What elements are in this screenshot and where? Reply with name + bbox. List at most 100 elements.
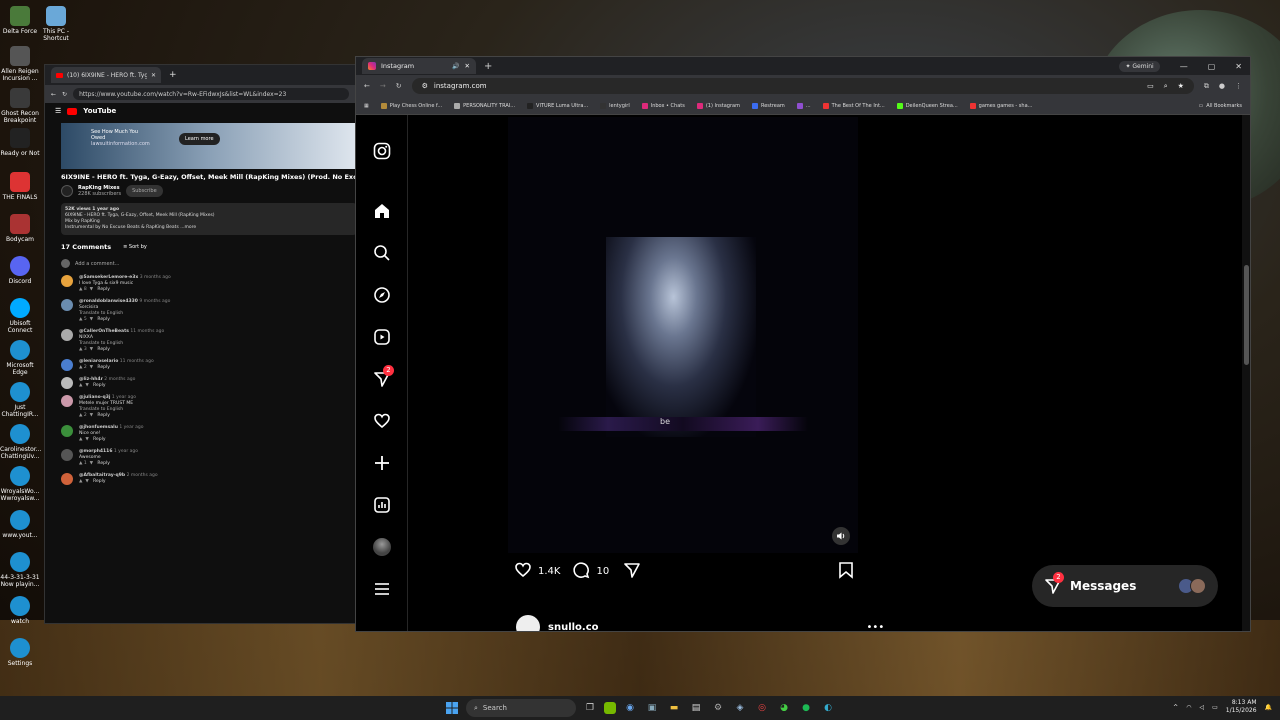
thumbs-up-icon[interactable]: ▲: [79, 479, 82, 484]
steam-icon[interactable]: ◈: [732, 700, 748, 716]
bookmark-item[interactable]: The Best Of The Int...: [822, 102, 885, 109]
share-icon[interactable]: [623, 561, 641, 582]
notifications-heart-icon[interactable]: [372, 411, 392, 431]
windows-start-icon[interactable]: [444, 700, 460, 716]
thumbs-up-icon[interactable]: ▲: [79, 461, 82, 466]
author-avatar[interactable]: [516, 615, 540, 631]
reply-button[interactable]: Reply: [93, 383, 105, 388]
tray-chevron-icon[interactable]: ^: [1173, 704, 1178, 711]
nvidia-icon[interactable]: [604, 702, 616, 714]
bookmark-item[interactable]: VITURE Luma Ultra...: [527, 102, 588, 109]
taskbar-search[interactable]: ⌕ Search: [466, 699, 576, 717]
chrome-icon[interactable]: ◕: [776, 700, 792, 716]
ig-tab[interactable]: Instagram 🔊 ✕: [362, 58, 476, 74]
desktop-icon[interactable]: Carolinestor... ChattingUv...: [0, 424, 42, 460]
comment-author[interactable]: @SamsekerLemore-e3x: [79, 275, 138, 280]
thumbs-down-icon[interactable]: ▼: [85, 383, 88, 388]
audio-toggle-icon[interactable]: [832, 527, 850, 545]
thumbs-down-icon[interactable]: ▼: [85, 437, 88, 442]
comment-avatar[interactable]: [61, 299, 73, 311]
comment-author[interactable]: @jhonfuemsalu: [79, 425, 118, 430]
desktop-icon[interactable]: This PC - Shortcut: [36, 6, 76, 42]
desktop-icon[interactable]: watch: [0, 596, 40, 625]
battery-icon[interactable]: ▭: [1212, 704, 1218, 711]
thumbs-up-icon[interactable]: ▲: [79, 287, 82, 292]
minimize-icon[interactable]: —: [1180, 62, 1188, 71]
tab-audio-icon[interactable]: 🔊: [452, 63, 459, 70]
save-bookmark-icon[interactable]: [838, 561, 854, 582]
new-tab-icon[interactable]: +: [484, 61, 492, 72]
direct-messages-icon[interactable]: 2: [372, 365, 394, 389]
thumbs-up-icon[interactable]: ▲: [79, 317, 82, 322]
youtube-logo-icon[interactable]: [67, 107, 78, 115]
bookmark-item[interactable]: Play Chess Online f...: [380, 102, 442, 109]
comment-avatar[interactable]: [61, 275, 73, 287]
desktop-icon[interactable]: 44-3-31-3-31 Now playin...: [0, 552, 40, 588]
profile-icon[interactable]: ●: [1219, 82, 1225, 90]
thumbs-down-icon[interactable]: ▼: [90, 365, 93, 370]
reply-button[interactable]: Reply: [97, 347, 109, 352]
profile-avatar-icon[interactable]: [372, 537, 392, 557]
sort-by-button[interactable]: ≡ Sort by: [123, 244, 147, 250]
thumbs-down-icon[interactable]: ▼: [90, 317, 93, 322]
notifications-bell-icon[interactable]: 🔔: [1265, 704, 1272, 711]
comment-author[interactable]: @leniaroselario: [79, 359, 118, 364]
reply-button[interactable]: Reply: [93, 479, 105, 484]
back-icon[interactable]: ←: [364, 82, 370, 90]
comment-author[interactable]: @Afbaltaitray-q9b: [79, 473, 125, 478]
wifi-icon[interactable]: ◠: [1186, 704, 1191, 711]
reply-button[interactable]: Reply: [97, 287, 109, 292]
reload-icon[interactable]: ↻: [396, 82, 402, 90]
desktop-icon[interactable]: Ghost Recon Breakpoint: [0, 88, 40, 124]
reply-button[interactable]: Reply: [97, 365, 109, 370]
desktop-icon[interactable]: Bodycam: [0, 214, 40, 243]
settings-gear-icon[interactable]: ⚙: [710, 700, 726, 716]
volume-icon[interactable]: ◁: [1199, 704, 1204, 711]
dashboard-icon[interactable]: [372, 495, 392, 515]
menu-icon[interactable]: ☰: [55, 107, 61, 115]
desktop-icon[interactable]: Ready or Not: [0, 128, 40, 157]
all-bookmarks-button[interactable]: ▭ All Bookmarks: [1199, 103, 1242, 109]
thumbs-up-icon[interactable]: ▲: [79, 365, 82, 370]
search-icon[interactable]: [372, 243, 392, 263]
close-icon[interactable]: ✕: [151, 72, 156, 79]
bookmark-item[interactable]: Restream: [751, 102, 785, 109]
comment-count[interactable]: 10: [596, 566, 609, 577]
bookmark-item[interactable]: games games - sha...: [969, 102, 1032, 109]
close-icon[interactable]: ✕: [465, 62, 470, 70]
thumbs-down-icon[interactable]: ▼: [90, 461, 93, 466]
extensions-icon[interactable]: ⧉: [1204, 82, 1209, 91]
comment-bubble-icon[interactable]: [572, 561, 590, 582]
widget-icon[interactable]: ▣: [644, 700, 660, 716]
desktop-icon[interactable]: THE FINALS: [0, 172, 40, 201]
reload-icon[interactable]: ↻: [62, 91, 67, 98]
explore-compass-icon[interactable]: [372, 285, 392, 305]
scrollbar-thumb[interactable]: [1244, 265, 1249, 365]
yt-ad-banner[interactable]: See How Much You Owed lawsuitinformation…: [61, 123, 355, 169]
video-description[interactable]: 52K views 1 year ago 6IX9INE - HERO ft. …: [61, 203, 355, 235]
comment-author[interactable]: @liz-hh4r: [79, 377, 103, 382]
comment-author[interactable]: @morph4116: [79, 449, 112, 454]
like-heart-icon[interactable]: [514, 561, 532, 582]
comment-avatar[interactable]: [61, 425, 73, 437]
subscribe-button[interactable]: Subscribe: [126, 185, 163, 197]
spotify-icon[interactable]: ●: [798, 700, 814, 716]
comment-avatar[interactable]: [61, 473, 73, 485]
thumbs-down-icon[interactable]: ▼: [90, 347, 93, 352]
thumbs-up-icon[interactable]: ▲: [79, 347, 82, 352]
author-name[interactable]: snullo.co: [548, 622, 599, 632]
ig-url-input[interactable]: ⚙ instagram.com ▭ ⌕ ★: [411, 78, 1194, 94]
desktop-icon[interactable]: Settings: [0, 638, 40, 667]
bookmark-star-icon[interactable]: ★: [1178, 82, 1184, 91]
bookmark-item[interactable]: lentygirl: [600, 102, 630, 109]
desktop-icon[interactable]: www.yout...: [0, 510, 40, 539]
scrollbar[interactable]: [1242, 115, 1250, 631]
comment-avatar[interactable]: [61, 449, 73, 461]
forward-icon[interactable]: →: [380, 82, 386, 90]
thumbs-down-icon[interactable]: ▼: [90, 287, 93, 292]
desktop-icon[interactable]: WroyalsWo... Wwroyalsw...: [0, 466, 40, 502]
task-view-icon[interactable]: ❐: [582, 700, 598, 716]
like-count[interactable]: 1.4K: [538, 566, 560, 577]
bookmark-item[interactable]: DeilenQueen Strea...: [896, 102, 958, 109]
bookmark-item[interactable]: (1) Instagram: [696, 102, 740, 109]
